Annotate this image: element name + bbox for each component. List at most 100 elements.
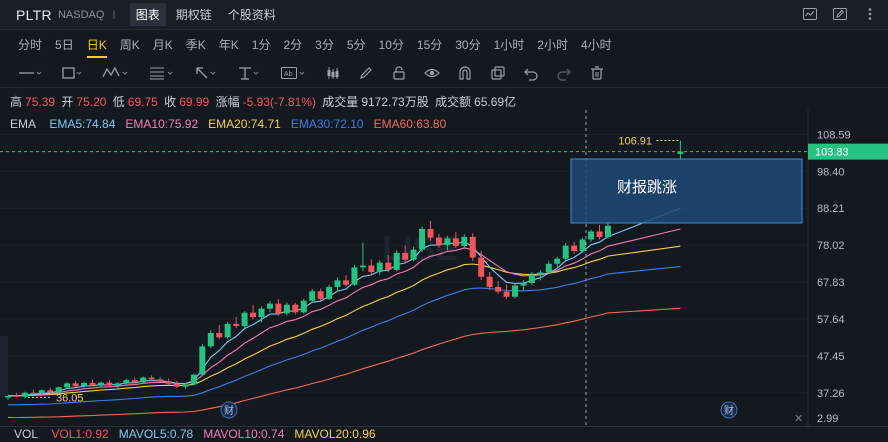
redo-icon[interactable]: [556, 63, 572, 83]
measure-tool-icon[interactable]: [237, 63, 263, 83]
period-11[interactable]: 10分: [379, 36, 404, 53]
price-tick-label: 78.02: [817, 240, 845, 252]
period-2[interactable]: 日K: [86, 36, 107, 58]
candle-body: [528, 274, 535, 283]
trash-icon[interactable]: [589, 63, 605, 83]
svg-text:Ab: Ab: [284, 71, 293, 78]
candle-body: [393, 252, 400, 270]
candle-body: [410, 249, 417, 260]
left-scroll-handle: [0, 336, 8, 396]
fibonacci-tool-icon[interactable]: [149, 63, 177, 83]
high-value: 75.39: [25, 95, 56, 109]
candle-body: [343, 280, 349, 285]
period-14[interactable]: 1小时: [494, 36, 525, 53]
tab-chart[interactable]: 图表: [129, 3, 166, 26]
undo-icon[interactable]: [523, 63, 539, 83]
candle-body: [469, 236, 476, 258]
ema-item-3: EMA30:72.10: [290, 117, 364, 131]
candle-body: [216, 332, 223, 338]
candle-body: [537, 272, 544, 275]
candle-body: [30, 392, 37, 394]
edit-chart-icon[interactable]: [832, 6, 848, 22]
lock-icon[interactable]: [391, 63, 407, 83]
price-tick-label: 98.40: [817, 166, 845, 178]
candle-body: [579, 239, 586, 252]
ema-item-1: EMA10:75.92: [125, 117, 199, 131]
candlestick-chart[interactable]: LISE108.5998.4088.2178.0267.8357.6447.45…: [0, 110, 888, 426]
ema-legend[interactable]: EMA EMA5:74.84 EMA10:75.92 EMA20:74.71 EMA3…: [10, 117, 456, 131]
candle-body: [461, 236, 468, 246]
close-label: 收: [164, 95, 177, 109]
candle-body: [275, 303, 282, 314]
tab-options-chain[interactable]: 期权链: [170, 3, 218, 26]
candle-body: [402, 252, 409, 260]
candle-tool-icon[interactable]: [325, 63, 341, 83]
period-8[interactable]: 2分: [283, 36, 302, 53]
close-icon: ✕: [794, 413, 803, 425]
candle-body: [309, 291, 316, 301]
candle-body: [317, 291, 324, 299]
candle-body: [419, 228, 426, 250]
copy-icon[interactable]: [490, 63, 506, 83]
eye-icon[interactable]: [424, 63, 440, 83]
magnet-icon[interactable]: [457, 63, 473, 83]
candle-body: [106, 382, 113, 386]
wave-tool-icon[interactable]: [102, 63, 132, 83]
candle-body: [140, 377, 147, 383]
candle-body: [165, 381, 172, 384]
period-10[interactable]: 5分: [347, 36, 366, 53]
chart-settings-icon[interactable]: [802, 6, 818, 22]
tab-company-profile[interactable]: 个股资料: [222, 3, 282, 26]
candle-body: [97, 382, 104, 385]
arrow-tool-icon[interactable]: [194, 63, 220, 83]
turnover-value: 65.69亿: [474, 95, 517, 109]
period-16[interactable]: 4小时: [581, 36, 612, 53]
candle-body: [520, 282, 527, 286]
ema-item-2: EMA20:74.71: [208, 117, 281, 131]
more-options-icon[interactable]: [862, 6, 878, 22]
volume-legend[interactable]: VOL VOL1:0.92 MAVOL5:0.78 MAVOL10:0.74 MAVO…: [0, 426, 888, 442]
drawing-toolbar: Ab: [0, 58, 888, 88]
period-3[interactable]: 周K: [120, 36, 140, 53]
period-6[interactable]: 年K: [219, 36, 239, 53]
candle-body: [545, 263, 552, 273]
period-7[interactable]: 1分: [252, 36, 271, 53]
candle-body: [123, 380, 130, 384]
candle-body: [435, 237, 442, 246]
period-1[interactable]: 5日: [55, 36, 74, 53]
pen-tool-icon[interactable]: [358, 63, 374, 83]
candle-body: [241, 312, 248, 327]
low-price-label: 36.05: [56, 392, 84, 404]
candle-body: [64, 383, 71, 388]
text-tool-icon[interactable]: Ab: [280, 63, 308, 83]
candle-body: [72, 383, 79, 387]
candle-body: [207, 332, 214, 347]
candle-body: [199, 346, 206, 375]
annotation-box-text: 财报跳涨: [617, 178, 677, 196]
turnover-label: 成交额: [435, 95, 472, 109]
period-4[interactable]: 月K: [153, 36, 173, 53]
earnings-marker-label: 财: [224, 404, 234, 417]
title-separator: I: [112, 7, 116, 22]
price-tick-label: 88.21: [817, 203, 845, 215]
current-price-label: 103.83: [815, 147, 849, 159]
period-13[interactable]: 30分: [455, 36, 480, 53]
vol-item-0: VOL1:0.92: [51, 427, 109, 441]
vol-item-3: MAVOL20:0.96: [294, 427, 376, 441]
candle-body: [190, 374, 197, 385]
top-bar: PLTR NASDAQ I 图表 期权链 个股资料: [0, 0, 888, 30]
period-0[interactable]: 分时: [18, 36, 42, 53]
period-5[interactable]: 季K: [186, 36, 206, 53]
candle-body: [452, 238, 459, 246]
candle-body: [596, 231, 603, 237]
open-label: 开: [61, 95, 74, 109]
line-tool-icon[interactable]: [18, 63, 44, 83]
price-chart[interactable]: LISE108.5998.4088.2178.0267.8357.6447.45…: [0, 110, 888, 426]
period-9[interactable]: 3分: [315, 36, 334, 53]
period-12[interactable]: 15分: [417, 36, 442, 53]
period-15[interactable]: 2小时: [537, 36, 568, 53]
candle-body: [554, 258, 561, 264]
rectangle-tool-icon[interactable]: [61, 63, 85, 83]
candle-body: [13, 395, 20, 397]
candle-body: [38, 390, 45, 394]
